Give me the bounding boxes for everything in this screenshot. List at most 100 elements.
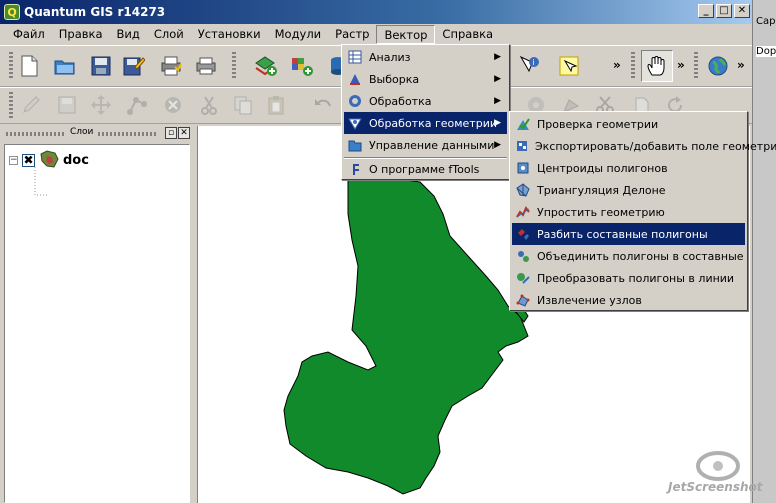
panel-grip (98, 132, 158, 136)
menu-item-data-management[interactable]: Управление данными ▶ (344, 134, 507, 156)
node-tool-icon[interactable] (124, 92, 150, 118)
watermark: JetScreenshot (666, 450, 763, 500)
menu-item-processing[interactable]: Обработка ▶ (344, 90, 507, 112)
save-project-icon[interactable] (88, 53, 114, 79)
watermark-text: JetScreenshot (668, 480, 763, 494)
export-geometry-icon (515, 138, 529, 154)
menu-item-about-ftools[interactable]: О программе fTools (344, 158, 507, 180)
menu-item-export-geometry[interactable]: Экспортировать/добавить поле геометрии (512, 135, 776, 157)
paste-features-icon[interactable] (263, 92, 289, 118)
layers-panel-header[interactable]: Слои ▫ ✕ (2, 126, 192, 142)
submenu-arrow-icon: ▶ (494, 118, 501, 128)
add-vector-layer-icon[interactable] (253, 53, 279, 79)
collapse-icon[interactable]: − (9, 156, 18, 165)
geometry-icon (347, 115, 363, 131)
maximize-button[interactable]: □ (716, 4, 732, 18)
menu-item-polygon-centroids[interactable]: Центроиды полигонов (512, 157, 745, 179)
check-geometry-icon (515, 116, 531, 132)
menu-settings[interactable]: Установки (191, 25, 268, 44)
layers-tree[interactable]: − ✖ doc (4, 144, 190, 503)
menu-item-label: Триангуляция Делоне (537, 183, 666, 197)
menu-item-label: Анализ (369, 50, 411, 64)
menu-item-label: Центроиды полигонов (537, 161, 668, 175)
menu-file[interactable]: Файл (6, 25, 52, 44)
save-as-icon[interactable] (121, 53, 147, 79)
menu-item-label: Разбить составные полигоны (537, 227, 708, 241)
menu-item-label: Выборка (369, 72, 420, 86)
layer-visibility-checkbox[interactable]: ✖ (22, 154, 35, 167)
add-raster-layer-icon[interactable] (289, 53, 315, 79)
submenu-arrow-icon: ▶ (494, 52, 501, 62)
qgis-app-icon: Q (4, 4, 20, 20)
minimize-button[interactable]: _ (698, 4, 714, 18)
menu-item-check-geometry[interactable]: Проверка геометрии (512, 113, 745, 135)
menu-raster[interactable]: Растр (328, 25, 376, 44)
close-button[interactable]: ✕ (734, 4, 750, 18)
toolbar-overflow-chevron[interactable]: » (677, 58, 685, 72)
menu-view[interactable]: Вид (110, 25, 147, 44)
menu-item-label: Обработка геометрии (369, 116, 497, 130)
layers-panel: Слои ▫ ✕ − ✖ doc (2, 126, 192, 503)
title-bar: Q Quantum GIS r14273 _ □ ✕ (0, 0, 752, 24)
processing-icon (347, 93, 363, 109)
tree-connector (34, 167, 47, 196)
menu-item-label: Упростить геометрию (537, 205, 665, 219)
globe-help-icon[interactable] (705, 53, 731, 79)
menu-plugins[interactable]: Модули (268, 25, 329, 44)
data-management-icon (347, 137, 363, 153)
print-icon[interactable] (193, 53, 219, 79)
simplify-icon (515, 204, 531, 220)
svg-text:i: i (533, 58, 535, 67)
menu-layer[interactable]: Слой (147, 25, 191, 44)
toolbar-grip[interactable] (9, 92, 13, 120)
menu-item-delaunay[interactable]: Триангуляция Делоне (512, 179, 745, 201)
toggle-editing-icon[interactable] (18, 92, 44, 118)
polygons-to-lines-icon (515, 270, 531, 286)
toolbar-grip[interactable] (631, 52, 635, 80)
menu-item-label: Экспортировать/добавить поле геометрии (535, 139, 776, 153)
menu-item-label: О программе fTools (369, 162, 480, 176)
menu-item-analysis[interactable]: Анализ ▶ (344, 46, 507, 68)
menu-item-polygons-to-lines[interactable]: Преобразовать полигоны в линии (512, 267, 745, 289)
identify-features-icon[interactable]: i (516, 53, 542, 79)
move-feature-icon[interactable] (88, 92, 114, 118)
menu-bar: Файл Правка Вид Слой Установки Модули Ра… (0, 24, 752, 45)
menu-vector[interactable]: Вектор (376, 25, 436, 44)
menu-help[interactable]: Справка (435, 25, 500, 44)
layers-panel-title: Слои (70, 127, 94, 137)
new-project-icon[interactable] (16, 53, 42, 79)
menu-item-extract-nodes[interactable]: Извлечение узлов (512, 289, 745, 311)
toolbar-grip[interactable] (694, 52, 698, 80)
extract-nodes-icon (515, 292, 531, 308)
select-features-icon[interactable] (556, 53, 582, 79)
float-panel-icon[interactable]: ▫ (165, 127, 177, 139)
menu-item-geometry-tools[interactable]: Обработка геометрии ▶ (344, 112, 507, 134)
undo-icon[interactable] (310, 92, 336, 118)
toolbar-overflow-chevron[interactable]: » (737, 58, 745, 72)
toolbar-overflow-chevron[interactable]: » (613, 58, 621, 72)
menu-edit[interactable]: Правка (52, 25, 110, 44)
toolbar-grip[interactable] (232, 52, 236, 80)
close-panel-icon[interactable]: ✕ (178, 127, 190, 139)
menu-item-label: Проверка геометрии (537, 117, 659, 131)
vector-menu-dropdown: Анализ ▶ Выборка ▶ Обработка ▶ Обработка… (341, 44, 510, 180)
menu-item-label: Объединить полигоны в составные (537, 249, 744, 263)
menu-item-multipart-to-singleparts[interactable]: Разбить составные полигоны (512, 223, 745, 245)
delete-selected-icon[interactable] (160, 92, 186, 118)
menu-item-singleparts-to-multipart[interactable]: Объединить полигоны в составные (512, 245, 745, 267)
open-project-icon[interactable] (52, 53, 78, 79)
print-composer-icon[interactable] (158, 53, 184, 79)
centroids-icon (515, 160, 531, 176)
background-window-strip: Cap Dopy (752, 0, 776, 503)
copy-features-icon[interactable] (230, 92, 256, 118)
menu-item-label: Управление данными (369, 138, 495, 152)
cut-features-icon[interactable] (196, 92, 222, 118)
menu-item-sampling[interactable]: Выборка ▶ (344, 68, 507, 90)
analysis-icon (347, 49, 363, 65)
pan-map-icon[interactable] (641, 50, 673, 82)
geometry-tools-submenu: Проверка геометрии Экспортировать/добави… (509, 111, 776, 311)
menu-item-label: Извлечение узлов (537, 293, 642, 307)
save-edits-icon[interactable] (54, 92, 80, 118)
menu-item-simplify[interactable]: Упростить геометрию (512, 201, 745, 223)
toolbar-grip[interactable] (9, 52, 13, 80)
